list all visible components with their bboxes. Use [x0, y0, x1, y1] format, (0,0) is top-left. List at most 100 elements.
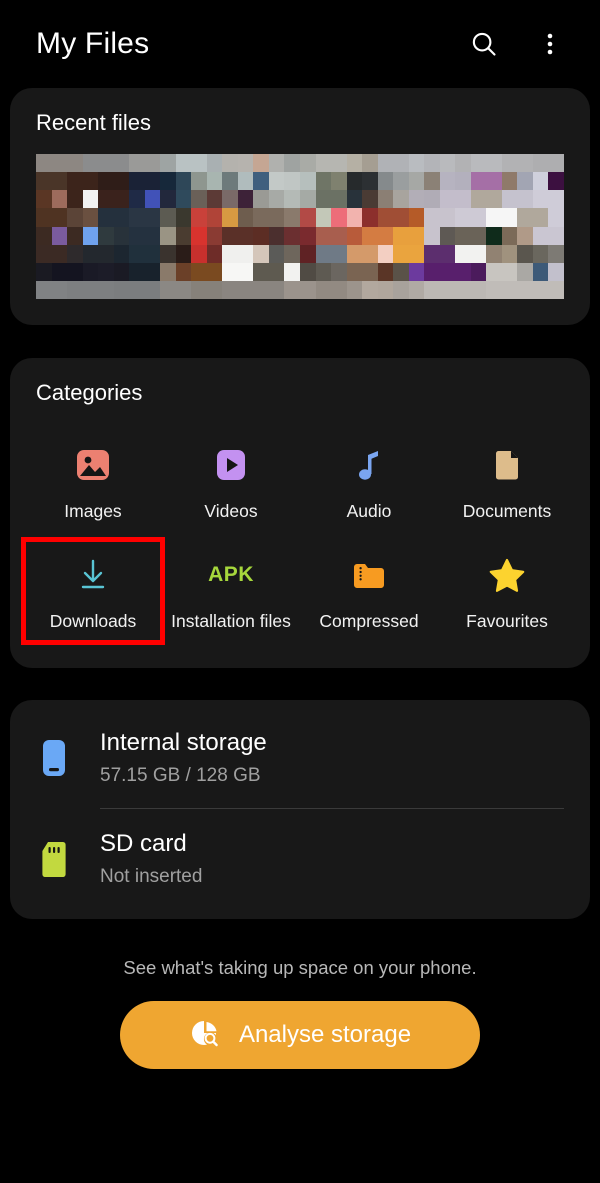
analyse-storage-button[interactable]: Analyse storage	[120, 1001, 480, 1069]
thumbnail-pixel	[129, 280, 145, 299]
thumbnail-pixel	[98, 190, 114, 209]
thumbnail-pixel	[67, 226, 83, 245]
category-item-compressed[interactable]: Compressed	[300, 540, 438, 642]
thumbnail-pixel	[113, 208, 130, 227]
image-icon	[70, 442, 116, 488]
storage-name: Internal storage	[100, 729, 267, 756]
thumbnail-pixel	[284, 226, 300, 245]
more-vertical-icon[interactable]	[530, 24, 570, 64]
storage-row-sdcard[interactable]: SD card Not inserted	[10, 809, 590, 909]
thumbnail-pixel	[206, 172, 223, 191]
thumbnail-pixel	[470, 244, 487, 263]
thumbnail-pixel	[548, 154, 564, 173]
thumbnail-pixel	[377, 244, 394, 263]
thumbnail-pixel	[408, 208, 425, 227]
thumbnail-pixel	[331, 280, 347, 299]
thumbnail-pixel	[67, 280, 83, 299]
thumbnail-pixel	[237, 262, 254, 281]
thumbnail-pixel	[346, 190, 363, 209]
sd-card-icon	[32, 839, 76, 879]
category-item-downloads[interactable]: Downloads	[21, 537, 165, 645]
thumbnail-pixel	[548, 280, 564, 299]
thumbnail-pixel	[191, 262, 207, 281]
category-item-images[interactable]: Images	[24, 430, 162, 532]
thumbnail-pixel	[455, 244, 471, 263]
thumbnail-pixel	[501, 172, 518, 191]
star-icon	[484, 552, 530, 598]
thumbnail-pixel	[470, 280, 487, 299]
thumbnail-pixel	[51, 280, 68, 299]
thumbnail-pixel	[175, 262, 192, 281]
thumbnail-pixel	[144, 226, 161, 245]
thumbnail-pixel	[36, 226, 52, 245]
thumbnail-pixel	[113, 172, 130, 191]
category-item-documents[interactable]: Documents	[438, 430, 576, 532]
thumbnail-pixel	[175, 244, 192, 263]
thumbnail-pixel	[284, 244, 300, 263]
thumbnail-pixel	[222, 154, 238, 173]
thumbnail-pixel	[408, 262, 425, 281]
search-icon[interactable]	[464, 24, 504, 64]
storage-row-internal[interactable]: Internal storage 57.15 GB / 128 GB	[10, 708, 590, 808]
thumbnail-pixel	[191, 190, 207, 209]
thumbnail-pixel	[424, 226, 440, 245]
thumbnail-pixel	[439, 262, 456, 281]
thumbnail-pixel	[98, 280, 114, 299]
thumbnail-pixel	[268, 154, 285, 173]
thumbnail-pixel	[206, 190, 223, 209]
thumbnail-pixel	[315, 226, 332, 245]
thumbnail-pixel	[455, 226, 471, 245]
thumbnail-pixel	[331, 154, 347, 173]
thumbnail-pixel	[51, 208, 68, 227]
category-item-installation-files[interactable]: APK Installation files	[162, 540, 300, 642]
thumbnail-pixel	[237, 280, 254, 299]
thumbnail-pixel	[82, 172, 99, 191]
thumbnail-pixel	[160, 172, 176, 191]
thumbnail-pixel	[486, 154, 502, 173]
thumbnail-pixel	[206, 280, 223, 299]
thumbnail-pixel	[98, 208, 114, 227]
category-label: Compressed	[319, 611, 419, 631]
thumbnail-pixel	[160, 226, 176, 245]
thumbnail-pixel	[36, 154, 52, 173]
thumbnail-pixel	[501, 154, 518, 173]
thumbnail-pixel	[206, 262, 223, 281]
thumbnail-pixel	[439, 244, 456, 263]
thumbnail-pixel	[346, 244, 363, 263]
thumbnail-pixel	[160, 190, 176, 209]
thumbnail-pixel	[424, 280, 440, 299]
thumbnail-pixel	[548, 226, 564, 245]
thumbnail-pixel	[408, 154, 425, 173]
thumbnail-pixel	[268, 280, 285, 299]
thumbnail-pixel	[51, 262, 68, 281]
category-item-audio[interactable]: Audio	[300, 430, 438, 532]
thumbnail-pixel	[67, 244, 83, 263]
recent-files-thumbnail[interactable]	[36, 154, 564, 299]
video-play-icon	[208, 442, 254, 488]
thumbnail-pixel	[439, 226, 456, 245]
thumbnail-pixel	[424, 262, 440, 281]
thumbnail-pixel	[501, 262, 518, 281]
thumbnail-pixel	[51, 154, 68, 173]
thumbnail-pixel	[331, 172, 347, 191]
thumbnail-pixel	[362, 262, 378, 281]
thumbnail-pixel	[175, 226, 192, 245]
thumbnail-pixel	[486, 208, 502, 227]
thumbnail-pixel	[532, 262, 549, 281]
thumbnail-pixel	[408, 190, 425, 209]
thumbnail-pixel	[82, 154, 99, 173]
thumbnail-pixel	[253, 154, 269, 173]
app-header: My Files	[0, 0, 600, 88]
thumbnail-pixel	[67, 208, 83, 227]
thumbnail-pixel	[268, 208, 285, 227]
recent-files-card[interactable]: Recent files	[10, 88, 590, 325]
music-note-icon	[346, 442, 392, 488]
thumbnail-pixel	[67, 172, 83, 191]
thumbnail-pixel	[393, 280, 409, 299]
thumbnail-pixel	[470, 190, 487, 209]
category-item-videos[interactable]: Videos	[162, 430, 300, 532]
thumbnail-pixel	[377, 190, 394, 209]
thumbnail-pixel	[253, 172, 269, 191]
category-item-favourites[interactable]: Favourites	[438, 540, 576, 642]
thumbnail-pixel	[144, 190, 161, 209]
